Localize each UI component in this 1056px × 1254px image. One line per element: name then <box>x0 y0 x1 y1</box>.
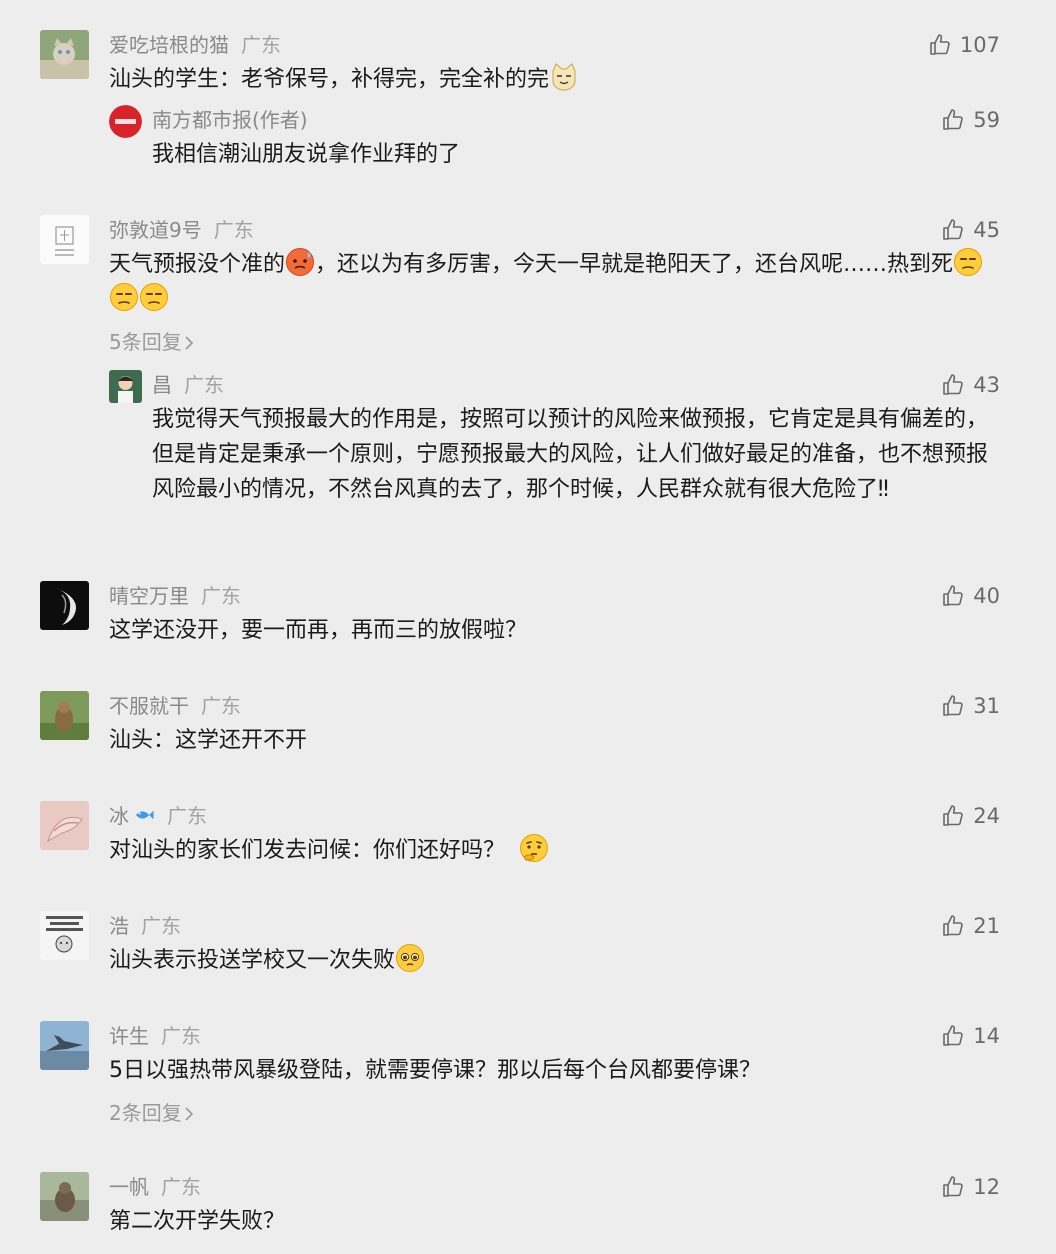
more-replies-label: 5条回复 <box>109 330 182 354</box>
like-count: 14 <box>973 1024 1000 1048</box>
like-button[interactable]: 31 <box>941 691 1000 721</box>
like-button[interactable]: 45 <box>941 215 1000 245</box>
comment-text-body: 汕头表示投送学校又一次失败 <box>109 948 396 973</box>
user-avatar[interactable] <box>40 691 89 740</box>
comment-text: 汕头表示投送学校又一次失败 <box>109 943 1004 978</box>
like-count: 21 <box>973 914 1000 938</box>
thumbs-up-icon <box>941 914 965 938</box>
like-count: 24 <box>973 804 1000 828</box>
like-button[interactable]: 40 <box>941 581 1000 611</box>
username[interactable]: 昌 <box>152 373 172 397</box>
user-avatar[interactable] <box>40 911 89 960</box>
username[interactable]: 浩 <box>109 914 129 938</box>
thumbs-up-icon <box>941 694 965 718</box>
comment-text-part: 天气预报没个准的 <box>109 252 286 277</box>
comment-text-body: 汕头的学生：老爷保号，补得完，完全补的完 <box>109 67 550 92</box>
thumbs-up-icon <box>928 33 952 57</box>
reply-text: 我觉得天气预报最大的作用是，按照可以预计的风险来做预报，它肯定是具有偏差的，但是… <box>152 407 989 502</box>
comment-text: 这学还没开，要一而再，再而三的放假啦？ <box>109 618 528 643</box>
like-count: 43 <box>973 373 1000 397</box>
username[interactable]: 冰 <box>109 804 129 828</box>
region-label: 广东 <box>201 584 241 608</box>
user-avatar[interactable] <box>40 215 89 264</box>
region-label: 广东 <box>201 694 241 718</box>
like-button[interactable]: 21 <box>941 911 1000 941</box>
fish-emoji <box>133 804 155 826</box>
author-avatar[interactable] <box>109 105 142 138</box>
region-label: 广东 <box>213 218 254 242</box>
thumbs-up-icon <box>941 804 965 828</box>
like-button[interactable]: 59 <box>941 105 1000 135</box>
user-avatar[interactable] <box>40 1172 89 1221</box>
more-replies-link[interactable]: 2条回复 <box>109 1099 194 1127</box>
comment-text: 对汕头的家长们发去问候：你们还好吗？ <box>109 833 1004 868</box>
like-count: 12 <box>973 1175 1000 1199</box>
username[interactable]: 爱吃培根的猫 <box>109 33 229 57</box>
chevron-right-icon <box>185 336 193 350</box>
region-label: 广东 <box>141 914 181 938</box>
like-button[interactable]: 107 <box>928 30 1000 60</box>
username[interactable]: 南方都市报(作者) <box>152 108 308 132</box>
user-avatar[interactable] <box>109 370 142 403</box>
thumbs-up-icon <box>941 1175 965 1199</box>
like-count: 40 <box>973 584 1000 608</box>
user-avatar[interactable] <box>40 30 89 79</box>
thumbs-up-icon <box>941 373 965 397</box>
unamused-emoji <box>139 282 169 312</box>
like-count: 107 <box>959 33 1000 57</box>
reply-text: 我相信潮汕朋友说拿作业拜的了 <box>152 142 461 167</box>
like-count: 31 <box>973 694 1000 718</box>
thumbs-up-icon <box>941 108 965 132</box>
comment-text-part: ，还以为有多厉害，今天一早就是艳阳天了，还台风呢……热到死 <box>315 252 954 277</box>
username[interactable]: 一帆 <box>109 1175 149 1199</box>
sweat-emoji <box>285 247 315 277</box>
comment-text: 汕头的学生：老爷保号，补得完，完全补的完 <box>109 62 1004 97</box>
unamused-emoji <box>109 282 139 312</box>
cat-emoji <box>549 62 579 92</box>
thumbs-up-icon <box>941 584 965 608</box>
pleading-emoji <box>395 943 425 973</box>
username[interactable]: 晴空万里 <box>109 584 189 608</box>
thinking-emoji <box>519 833 549 863</box>
thumbs-up-icon <box>941 1024 965 1048</box>
chevron-right-icon <box>185 1107 193 1121</box>
region-label: 广东 <box>184 373 224 397</box>
comment-text: 天气预报没个准的 ，还以为有多厉害，今天一早就是艳阳天了，还台风呢……热到死 <box>109 247 1004 317</box>
user-avatar[interactable] <box>40 801 89 850</box>
username[interactable]: 许生 <box>109 1024 149 1048</box>
like-button[interactable]: 12 <box>941 1172 1000 1202</box>
region-label: 广东 <box>161 1024 201 1048</box>
region-label: 广东 <box>241 33 281 57</box>
like-button[interactable]: 24 <box>941 801 1000 831</box>
username[interactable]: 不服就干 <box>109 694 189 718</box>
unamused-emoji <box>953 247 983 277</box>
thumbs-up-icon <box>941 218 965 242</box>
like-count: 59 <box>973 108 1000 132</box>
like-button[interactable]: 43 <box>941 370 1000 400</box>
like-count: 45 <box>973 218 1000 242</box>
region-label: 广东 <box>167 804 207 828</box>
user-avatar[interactable] <box>40 581 89 630</box>
more-replies-label: 2条回复 <box>109 1101 182 1125</box>
region-label: 广东 <box>161 1175 201 1199</box>
comment-text-body: 对汕头的家长们发去问候：你们还好吗？ <box>109 838 506 863</box>
more-replies-link[interactable]: 5条回复 <box>109 328 194 356</box>
username[interactable]: 弥敦道9号 <box>109 218 202 242</box>
comment-text: 汕头：这学还开不开 <box>109 728 308 753</box>
user-avatar[interactable] <box>40 1021 89 1070</box>
comment-text: 5日以强热带风暴级登陆，就需要停课？那以后每个台风都要停课？ <box>109 1058 761 1083</box>
like-button[interactable]: 14 <box>941 1021 1000 1051</box>
comment-text: 第二次开学失败？ <box>109 1209 286 1234</box>
